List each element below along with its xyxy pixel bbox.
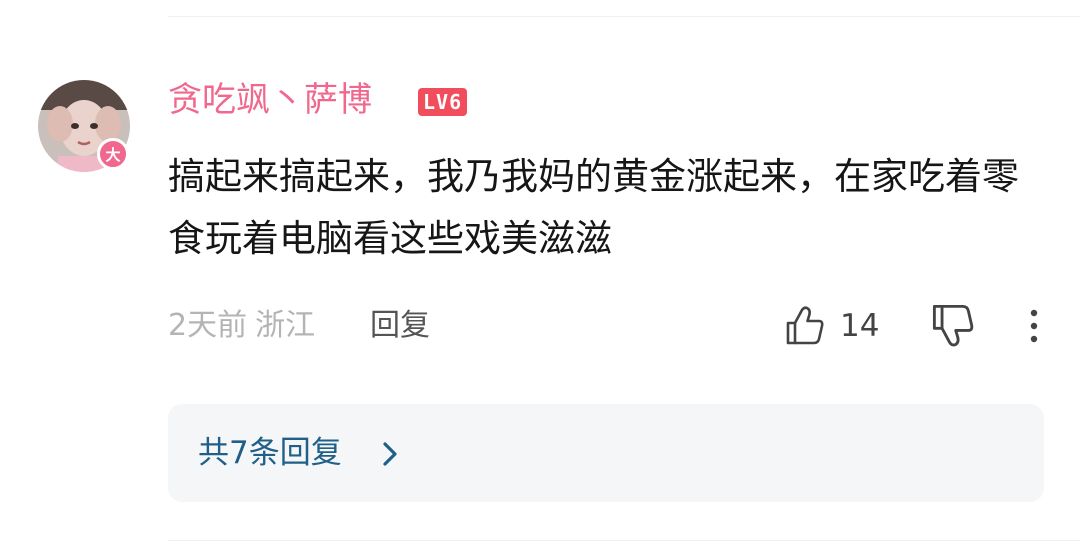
like-count: 14: [840, 308, 880, 344]
like-button[interactable]: 14: [784, 302, 879, 350]
bottom-divider: [168, 540, 1080, 541]
more-options-button[interactable]: [1022, 304, 1046, 348]
top-divider: [168, 16, 1080, 17]
more-vertical-icon: [1030, 309, 1038, 343]
level-badge: LV6: [418, 88, 468, 116]
thumbs-down-icon: [932, 304, 974, 347]
reply-button[interactable]: 回复: [370, 304, 430, 348]
view-replies-button[interactable]: 共7条回复: [168, 404, 1044, 502]
dislike-button[interactable]: [930, 302, 978, 350]
vip-badge: 大: [97, 138, 129, 170]
comment-meta: 2天前 浙江: [168, 304, 315, 348]
comment-location: 浙江: [255, 308, 316, 343]
comment-text: 搞起来搞起来，我乃我妈的黄金涨起来，在家吃着零食玩着电脑看这些戏美滋滋: [168, 155, 1019, 260]
comment-time: 2天前: [168, 308, 248, 343]
chevron-right-icon: [383, 442, 397, 466]
replies-summary: 共7条回复: [198, 435, 342, 471]
username[interactable]: 贪吃飒丶萨博: [168, 78, 372, 122]
thumbs-up-icon: [786, 306, 824, 345]
